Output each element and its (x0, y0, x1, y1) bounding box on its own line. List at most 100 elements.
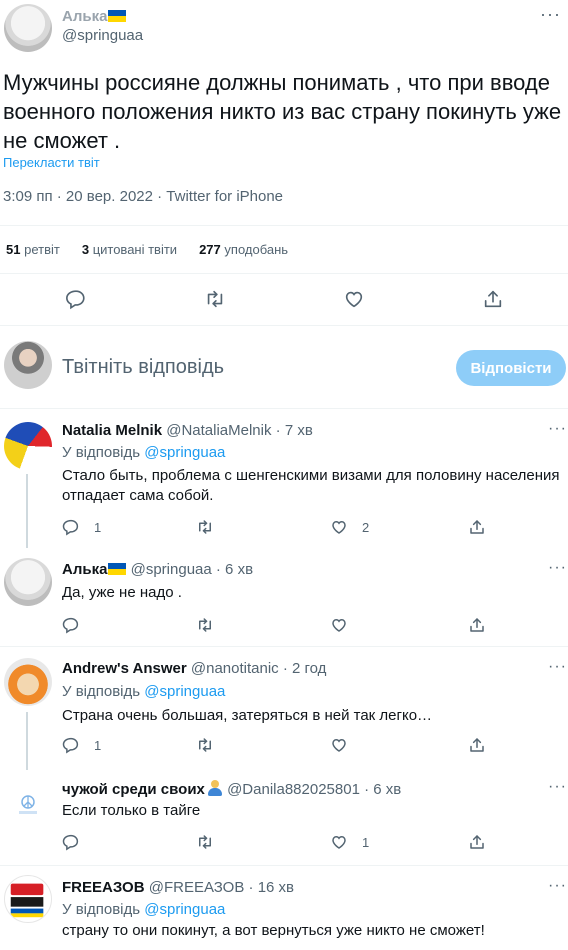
reply-to-handle[interactable]: @springuaa (144, 683, 225, 700)
reply-time[interactable]: · 16 хв (249, 879, 294, 896)
reply-header: FREEАЗОВ @FREEАЗОВ · 16 хв (62, 879, 294, 896)
reply-icon[interactable] (63, 286, 89, 312)
more-icon[interactable]: ··· (548, 420, 567, 438)
reply-to-prefix: У відповідь (62, 683, 141, 700)
like-count: 1 (362, 834, 370, 850)
reply-to-handle[interactable]: @springuaa (144, 901, 225, 918)
retweets-stat[interactable]: 51 ретвіт (6, 242, 60, 257)
reply-author-name[interactable]: FREEАЗОВ (62, 879, 145, 896)
reply-icon[interactable]: 1 (62, 518, 101, 536)
heart-icon[interactable] (330, 736, 362, 754)
reply-count: 1 (94, 737, 102, 753)
share-icon[interactable] (468, 616, 486, 634)
reply-actions: 1 (62, 736, 492, 756)
tweet-timestamp[interactable]: 3:09 пп · 20 вер. 2022 · Twitter for iPh… (3, 188, 283, 205)
reply-icon[interactable] (62, 833, 94, 851)
avatar[interactable] (4, 422, 52, 470)
peace-icon (19, 795, 37, 814)
reply-button[interactable]: Відповісти (456, 350, 566, 386)
share-icon[interactable] (468, 833, 486, 851)
likes-stat[interactable]: 277 уподобань (199, 242, 288, 257)
tweet-actions (0, 286, 568, 316)
avatar[interactable] (4, 658, 52, 706)
reply-to: У відповідь @springuaa (62, 444, 225, 461)
reply-author-handle[interactable]: @Danila882025801 (227, 781, 360, 798)
reply-count: 1 (94, 519, 102, 535)
reply-to-prefix: У відповідь (62, 901, 141, 918)
heart-icon[interactable]: 2 (330, 518, 369, 536)
heart-icon[interactable]: 1 (330, 833, 369, 851)
likes-count: 277 (199, 242, 221, 257)
author-name-text: Алька (62, 8, 108, 25)
reply-text: Страна очень большая, затеряться в ней т… (62, 707, 433, 724)
reply-time[interactable]: · 6 хв (364, 781, 401, 798)
reply-author-handle[interactable]: @FREEАЗОВ (149, 879, 245, 896)
reply-author-name[interactable]: Natalia Melnik (62, 422, 162, 439)
person-emoji-icon (207, 780, 223, 796)
reply-header: чужой среди своих @Danila882025801 · 6 х… (62, 780, 401, 798)
reply-header: Алька @springuaa · 6 хв (62, 561, 253, 578)
avatar[interactable] (4, 782, 52, 830)
more-icon[interactable]: ··· (548, 658, 567, 676)
reply-to: У відповідь @springuaa (62, 683, 225, 700)
divider (0, 225, 568, 226)
reply-to-handle[interactable]: @springuaa (144, 444, 225, 461)
reply-icon[interactable]: 1 (62, 736, 101, 754)
thread-line (26, 474, 28, 548)
reply-author-handle[interactable]: @NataliaMelnik (166, 422, 271, 439)
divider (0, 865, 568, 866)
reply-header: Natalia Melnik @NataliaMelnik · 7 хв (62, 422, 313, 439)
avatar[interactable] (4, 558, 52, 606)
retweet-icon[interactable] (196, 616, 228, 634)
reply-actions: 1 2 (62, 518, 492, 538)
author-avatar[interactable] (4, 4, 52, 52)
retweet-icon[interactable] (196, 736, 228, 754)
reply-author-handle[interactable]: @nanotitanic (191, 660, 279, 677)
reply-icon[interactable] (62, 616, 94, 634)
reply-to-prefix: У відповідь (62, 444, 141, 461)
share-icon[interactable] (468, 518, 486, 536)
more-icon[interactable]: ··· (548, 559, 567, 577)
more-icon[interactable]: ··· (540, 4, 561, 25)
author-handle[interactable]: @springuaa (62, 27, 143, 44)
retweet-icon[interactable] (196, 833, 228, 851)
divider (0, 408, 568, 409)
author-name[interactable]: Алька (62, 8, 127, 25)
reply-time[interactable]: · 6 хв (216, 561, 253, 578)
ukraine-flag-icon (108, 10, 127, 22)
divider (0, 273, 568, 274)
translate-link[interactable]: Перекласти твіт (3, 155, 100, 170)
quotes-stat[interactable]: 3 цитовані твіти (82, 242, 177, 257)
reply-time[interactable]: · 2 год (283, 660, 327, 677)
reply-to: У відповідь @springuaa (62, 901, 225, 918)
heart-icon[interactable] (341, 286, 367, 312)
reply-text: страну то они покинут, а вот вернуться у… (62, 922, 485, 939)
reply-time[interactable]: · 7 хв (276, 422, 313, 439)
reply-author-name-text: чужой среди своих (62, 781, 205, 798)
heart-icon[interactable] (330, 616, 362, 634)
reply-text: Стало быть, проблема с шенгенскими визам… (62, 467, 560, 504)
reply-author-name[interactable]: чужой среди своих (62, 780, 223, 798)
reply-text: Да, уже не надо . (62, 584, 182, 601)
reply-author-name-text: Алька (62, 561, 108, 578)
reply-input[interactable]: Твітніть відповідь (62, 356, 224, 379)
tweet-text: Мужчины россияне должны понимать , что п… (3, 70, 562, 153)
reply-author-name[interactable]: Andrew's Answer (62, 660, 187, 677)
avatar[interactable] (4, 875, 52, 923)
thread-line (26, 712, 28, 770)
reply-author-name[interactable]: Алька (62, 561, 127, 578)
likes-label: уподобань (224, 242, 289, 257)
retweet-icon[interactable] (196, 518, 228, 536)
like-count: 2 (362, 519, 370, 535)
retweets-count: 51 (6, 242, 21, 257)
reply-author-handle[interactable]: @springuaa (131, 561, 212, 578)
more-icon[interactable]: ··· (548, 778, 567, 796)
tweet-stats: 51 ретвіт 3 цитовані твіти 277 уподобань (6, 242, 288, 257)
share-icon[interactable] (480, 286, 506, 312)
retweet-icon[interactable] (202, 286, 228, 312)
share-icon[interactable] (468, 736, 486, 754)
divider (0, 646, 568, 647)
more-icon[interactable]: ··· (548, 877, 567, 895)
ukraine-flag-icon (108, 563, 127, 575)
reply-header: Andrew's Answer @nanotitanic · 2 год (62, 660, 326, 677)
